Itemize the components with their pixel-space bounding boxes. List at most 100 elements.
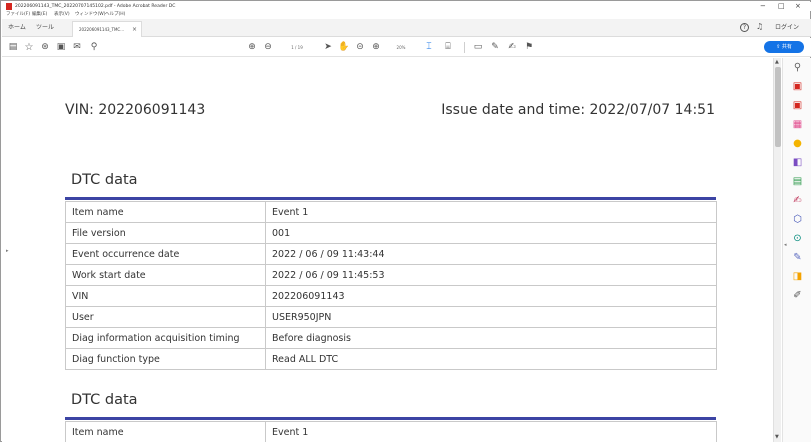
row-key: File version xyxy=(65,222,266,244)
row-value: Before diagnosis xyxy=(265,327,717,349)
print-icon[interactable]: ▣ xyxy=(55,39,67,56)
menu-window[interactable]: ウィンドウ(W) xyxy=(75,11,105,19)
edit-pdf-icon[interactable]: ▤ xyxy=(792,176,803,187)
dtc-table: Item name Event 1 xyxy=(65,421,717,442)
menu-file[interactable]: ファイル(F) xyxy=(6,11,30,19)
table-row: Event occurrence date 2022 / 06 / 09 11:… xyxy=(65,243,717,265)
row-value: 202206091143 xyxy=(265,285,717,307)
menu-view[interactable]: 表示(V) xyxy=(54,11,70,19)
tab-document[interactable]: 202206091143_TMC... × xyxy=(72,21,142,37)
issue-date-heading: Issue date and time: 2022/07/07 14:51 xyxy=(441,102,715,118)
send-for-review-icon[interactable]: ◨ xyxy=(792,271,803,282)
combine-files-icon[interactable]: ◧ xyxy=(792,157,803,168)
scroll-down-icon[interactable]: ▼ xyxy=(775,434,779,440)
previous-page-icon[interactable]: ⊕ xyxy=(246,39,258,56)
close-window-button[interactable]: × xyxy=(795,2,801,11)
comment-icon[interactable]: ● xyxy=(792,138,803,149)
scan-icon[interactable]: ⊙ xyxy=(792,233,803,244)
row-key: VIN xyxy=(65,285,266,307)
tools-pane: ◂ ⚲ ▣ ▣ ▦ ● ◧ ▤ ✍ ⬡ ⊙ ✎ ◨ ✐ xyxy=(782,58,811,442)
table-row: Diag information acquisition timing Befo… xyxy=(65,327,717,349)
tab-document-label: 202206091143_TMC... xyxy=(79,27,125,32)
protect-icon[interactable]: ⬡ xyxy=(792,214,803,225)
vin-heading: VIN: 202206091143 xyxy=(65,102,206,118)
table-row: Work start date 2022 / 06 / 09 11:45:53 xyxy=(65,264,717,286)
section-divider xyxy=(65,197,716,200)
row-key: Event occurrence date xyxy=(65,243,266,265)
export-pdf-icon[interactable]: ▣ xyxy=(792,100,803,111)
collapse-pane-icon[interactable]: ◂ xyxy=(784,242,787,248)
scroll-mode-icon[interactable]: ⌸ xyxy=(442,39,454,56)
row-value: 2022 / 06 / 09 11:45:53 xyxy=(265,264,717,286)
tab-bar: ホーム ツール 202206091143_TMC... × ? ♫ ログイン xyxy=(2,19,811,37)
title-bar: 202206091143_TMC_20220707145102.pdf - Ad… xyxy=(2,2,811,11)
help-icon[interactable]: ? xyxy=(740,23,749,32)
table-row: User USER950JPN xyxy=(65,306,717,328)
acrobat-icon xyxy=(6,3,12,10)
email-icon[interactable]: ✉ xyxy=(71,39,83,56)
search-icon[interactable]: ⚲ xyxy=(88,39,100,56)
stamp-icon[interactable]: ⚑ xyxy=(523,39,535,56)
zoom-in-icon[interactable]: ⊕ xyxy=(370,39,382,56)
menu-edit[interactable]: 編集(E) xyxy=(32,11,47,19)
document-view[interactable]: ▸ VIN: 202206091143 Issue date and time:… xyxy=(2,58,786,442)
more-tools-icon[interactable]: ✎ xyxy=(792,252,803,263)
zoom-dropdown[interactable]: 20% xyxy=(386,39,416,56)
select-cursor-icon[interactable]: ➤ xyxy=(322,39,334,56)
notification-bell-icon[interactable]: ♫ xyxy=(756,22,763,31)
tab-home[interactable]: ホーム xyxy=(8,19,26,37)
section-title: DTC data xyxy=(71,392,138,408)
organize-pages-icon[interactable]: ▦ xyxy=(792,119,803,130)
scroll-thumb[interactable] xyxy=(775,67,781,147)
zoom-out-icon[interactable]: ⊝ xyxy=(354,39,366,56)
vertical-scrollbar[interactable]: ▲ ▼ xyxy=(773,58,781,442)
row-value: Event 1 xyxy=(265,421,717,442)
row-value: 001 xyxy=(265,222,717,244)
table-row: Item name Event 1 xyxy=(65,201,717,223)
app-window: 202206091143_TMC_20220707145102.pdf - Ad… xyxy=(0,0,811,442)
tab-close-button[interactable]: × xyxy=(132,22,137,38)
comment-icon[interactable]: ▭ xyxy=(472,39,484,56)
row-key: Diag information acquisition timing xyxy=(65,327,266,349)
table-row: Item name Event 1 xyxy=(65,421,717,442)
highlight-pen-icon[interactable]: ✎ xyxy=(489,39,501,56)
row-key: Item name xyxy=(65,201,266,223)
row-value: Event 1 xyxy=(265,201,717,223)
left-pane-expand-icon[interactable]: ▸ xyxy=(6,248,9,254)
table-row: Diag function type Read ALL DTC xyxy=(65,348,717,370)
row-value: USER950JPN xyxy=(265,306,717,328)
fit-page-icon[interactable]: ⌶ xyxy=(422,39,436,56)
dtc-table: Item name Event 1 File version 001 Event… xyxy=(65,201,717,370)
draw-icon[interactable]: ✍ xyxy=(506,39,518,56)
create-pdf-icon[interactable]: ▣ xyxy=(792,81,803,92)
menu-help[interactable]: ヘルプ(H) xyxy=(105,11,125,19)
row-key: Diag function type xyxy=(65,348,266,370)
table-row: VIN 202206091143 xyxy=(65,285,717,307)
restore-button[interactable]: □ xyxy=(778,2,785,11)
share-label: 共有 xyxy=(781,44,792,50)
next-page-icon[interactable]: ⊖ xyxy=(262,39,274,56)
table-row: File version 001 xyxy=(65,222,717,244)
page-number-field[interactable]: 1 / 19 xyxy=(282,39,312,56)
minimize-button[interactable]: − xyxy=(760,2,766,11)
scroll-up-icon[interactable]: ▲ xyxy=(775,59,779,65)
row-key: Work start date xyxy=(65,264,266,286)
signin-link[interactable]: ログイン xyxy=(775,19,799,37)
row-value: 2022 / 06 / 09 11:43:44 xyxy=(265,243,717,265)
menu-bar: ファイル(F) 編集(E) 表示(V) ウィンドウ(W) ヘルプ(H) xyxy=(2,11,811,19)
tab-tools[interactable]: ツール xyxy=(36,19,54,37)
row-key: Item name xyxy=(65,421,266,442)
window-title: 202206091143_TMC_20220707145102.pdf - Ad… xyxy=(15,4,176,9)
hand-tool-icon[interactable]: ✋ xyxy=(338,39,350,56)
row-value: Read ALL DTC xyxy=(265,348,717,370)
upload-cloud-icon[interactable]: ⊛ xyxy=(39,39,51,56)
zoom-search-icon[interactable]: ⚲ xyxy=(792,62,803,73)
fill-sign-icon[interactable]: ✍ xyxy=(792,195,803,206)
toolbar-divider xyxy=(464,42,465,53)
create-icon[interactable]: ▤ xyxy=(7,39,19,56)
section-divider xyxy=(65,417,716,420)
bookmark-star-icon[interactable]: ☆ xyxy=(23,39,35,56)
share-button[interactable]: ⇪ 共有 xyxy=(764,41,804,53)
measure-icon[interactable]: ✐ xyxy=(792,290,803,301)
row-key: User xyxy=(65,306,266,328)
